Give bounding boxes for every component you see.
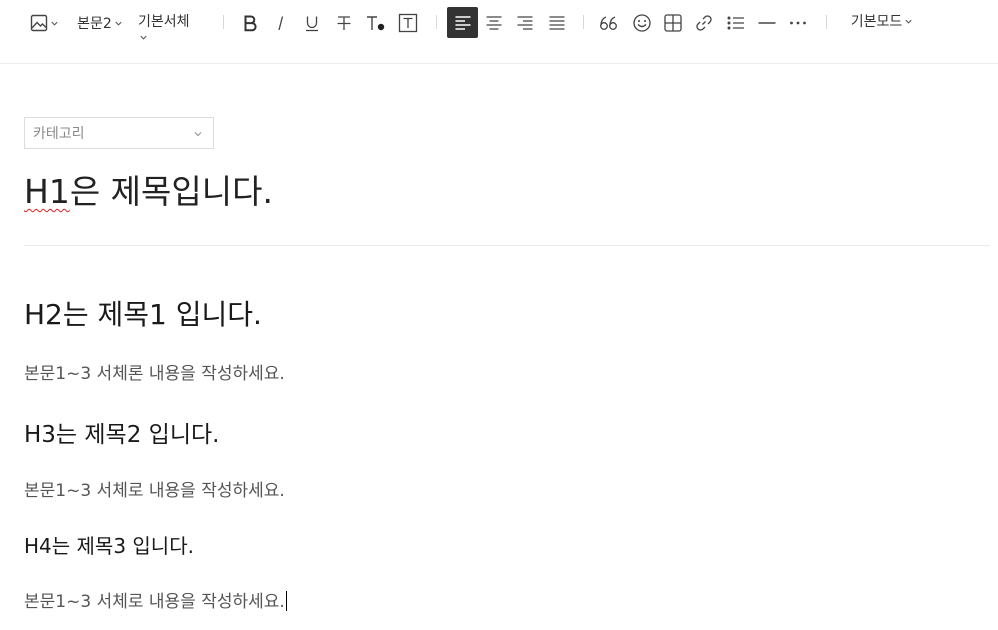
- image-insert-button[interactable]: [28, 8, 60, 38]
- bold-icon: [244, 15, 257, 32]
- more-button[interactable]: [786, 8, 810, 38]
- chevron-down-icon: [140, 35, 147, 40]
- body-paragraph[interactable]: 본문1~3 서체론 내용을 작성하세요.: [24, 362, 285, 386]
- align-left-icon: [455, 15, 470, 30]
- align-center-button[interactable]: [482, 8, 506, 38]
- heading-h2[interactable]: H2는 제목1 입니다.: [24, 296, 262, 334]
- underline-button[interactable]: [300, 8, 324, 38]
- chevron-down-icon: [194, 132, 202, 137]
- align-justify-button[interactable]: [545, 8, 569, 38]
- horizontal-rule-icon: [758, 22, 776, 24]
- toolbar-divider: [826, 15, 827, 29]
- toolbar-divider: [583, 15, 584, 29]
- strikethrough-button[interactable]: [332, 8, 356, 38]
- link-icon: [696, 15, 712, 31]
- list-button[interactable]: [724, 8, 748, 38]
- heading-h3[interactable]: H3는 제목2 입니다.: [24, 419, 219, 451]
- bold-button[interactable]: [238, 8, 262, 38]
- body-paragraph-text: 본문1~3 서체로 내용을 작성하세요.: [24, 592, 285, 612]
- align-left-button[interactable]: [447, 7, 478, 38]
- text-background-button[interactable]: [396, 8, 420, 38]
- chevron-down-icon: [50, 21, 58, 26]
- body-paragraph[interactable]: 본문1~3 서체로 내용을 작성하세요.: [24, 479, 285, 503]
- chevron-down-icon: [115, 21, 122, 26]
- post-title[interactable]: H1은 제목입니다.: [24, 170, 273, 214]
- more-icon: [790, 21, 806, 25]
- emoji-icon: [633, 14, 651, 32]
- quote-button[interactable]: [597, 8, 621, 38]
- link-button[interactable]: [692, 8, 716, 38]
- category-placeholder: 카테고리: [33, 126, 85, 142]
- mode-select[interactable]: 기본모드: [846, 6, 918, 36]
- italic-button[interactable]: [269, 8, 293, 38]
- toolbar-divider: [223, 15, 224, 29]
- underline-icon: [306, 16, 318, 32]
- editor-toolbar: 본문2 기본서체 기본모드: [0, 0, 998, 64]
- mode-label: 기본모드: [850, 14, 903, 30]
- list-icon: [727, 16, 744, 30]
- text-background-icon: [398, 13, 418, 33]
- align-right-button[interactable]: [513, 8, 537, 38]
- strikethrough-icon: [337, 16, 351, 30]
- font-family-label: 기본서체: [138, 14, 190, 30]
- table-icon: [664, 14, 682, 32]
- horizontal-rule-button[interactable]: [755, 8, 779, 38]
- italic-icon: [278, 16, 284, 31]
- chevron-down-icon: [905, 19, 912, 24]
- align-center-icon: [486, 16, 502, 30]
- text-color-icon: [367, 16, 385, 31]
- spellcheck-word: H1: [24, 172, 70, 211]
- quote-icon: [600, 16, 617, 30]
- title-divider: [24, 245, 990, 246]
- category-select[interactable]: 카테고리: [24, 117, 214, 149]
- body-paragraph-last[interactable]: 본문1~3 서체로 내용을 작성하세요.: [24, 590, 287, 614]
- image-icon: [30, 14, 47, 32]
- emoji-button[interactable]: [630, 8, 654, 38]
- toolbar-divider: [436, 15, 437, 29]
- heading-h4[interactable]: H4는 제목3 입니다.: [24, 532, 194, 560]
- post-title-text: 은 제목입니다.: [69, 172, 273, 211]
- table-button[interactable]: [661, 8, 685, 38]
- text-color-button[interactable]: [363, 8, 389, 38]
- align-right-icon: [517, 16, 533, 30]
- paragraph-style-select[interactable]: 본문2: [75, 8, 125, 38]
- text-cursor: [285, 591, 287, 611]
- align-justify-icon: [549, 16, 565, 30]
- font-family-select[interactable]: 기본서체: [138, 6, 200, 36]
- paragraph-style-label: 본문2: [77, 16, 112, 32]
